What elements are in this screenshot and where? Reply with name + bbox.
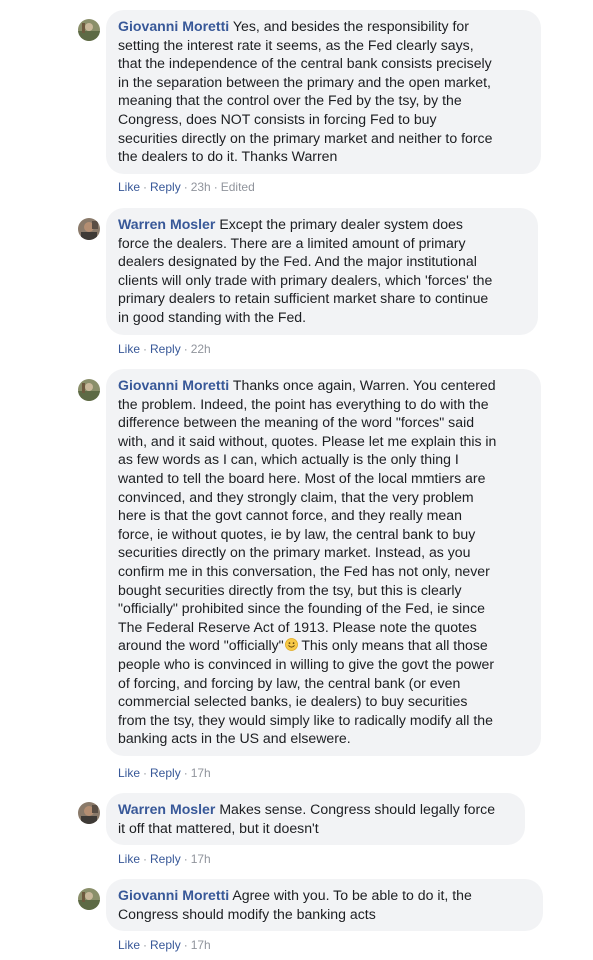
comment-author[interactable]: Warren Mosler	[118, 216, 215, 232]
comment-time[interactable]: 23h	[191, 180, 211, 194]
like-link[interactable]: Like	[118, 180, 140, 194]
avatar[interactable]	[78, 379, 100, 401]
like-link[interactable]: Like	[118, 766, 140, 780]
comment-bubble: Warren Mosler Except the primary dealer …	[106, 208, 538, 335]
avatar[interactable]	[78, 218, 100, 240]
avatar[interactable]	[78, 802, 100, 824]
comment-author[interactable]: Warren Mosler	[118, 801, 215, 817]
comment-bubble: Giovanni Moretti Yes, and besides the re…	[106, 10, 541, 174]
comment-actions: Like · Reply · 17h	[118, 852, 211, 866]
reply-link[interactable]: Reply	[150, 766, 181, 780]
comment-time[interactable]: 17h	[191, 852, 211, 866]
profile-photo-icon	[78, 379, 100, 401]
reply-link[interactable]: Reply	[150, 180, 181, 194]
profile-photo-icon	[78, 218, 100, 240]
reply-link[interactable]: Reply	[150, 342, 181, 356]
avatar[interactable]	[78, 888, 100, 910]
comment-bubble: Giovanni Moretti Thanks once again, Warr…	[106, 369, 541, 756]
comment-author[interactable]: Giovanni Moretti	[118, 887, 229, 903]
profile-photo-icon	[78, 802, 100, 824]
comment-bubble: Warren Mosler Makes sense. Congress shou…	[106, 793, 525, 846]
like-link[interactable]: Like	[118, 938, 140, 952]
comment-actions: Like · Reply · 17h	[118, 766, 211, 780]
comment-text: Yes, and besides the responsibility for …	[118, 18, 493, 165]
comment-text: Thanks once again, Warren. You centered …	[118, 377, 497, 654]
like-link[interactable]: Like	[118, 342, 140, 356]
comment-author[interactable]: Giovanni Moretti	[118, 377, 229, 393]
reply-link[interactable]: Reply	[150, 938, 181, 952]
edited-label[interactable]: Edited	[221, 180, 255, 194]
comment-actions: Like · Reply · 22h	[118, 342, 211, 356]
reply-link[interactable]: Reply	[150, 852, 181, 866]
like-link[interactable]: Like	[118, 852, 140, 866]
comment-actions: Like · Reply · 17h	[118, 938, 211, 952]
comment-bubble: Giovanni Moretti Agree with you. To be a…	[106, 879, 543, 932]
profile-photo-icon	[78, 888, 100, 910]
comment-text: Except the primary dealer system does fo…	[118, 216, 493, 325]
comment-time[interactable]: 17h	[191, 766, 211, 780]
smile-emoji-icon	[284, 638, 298, 652]
comment-time[interactable]: 17h	[191, 938, 211, 952]
comment-author[interactable]: Giovanni Moretti	[118, 18, 229, 34]
profile-photo-icon	[78, 19, 100, 41]
avatar[interactable]	[78, 19, 100, 41]
comment-text-continued: This only means that all those people wh…	[118, 637, 495, 747]
comment-actions: Like · Reply · 23h · Edited	[118, 180, 255, 194]
comment-time[interactable]: 22h	[191, 342, 211, 356]
